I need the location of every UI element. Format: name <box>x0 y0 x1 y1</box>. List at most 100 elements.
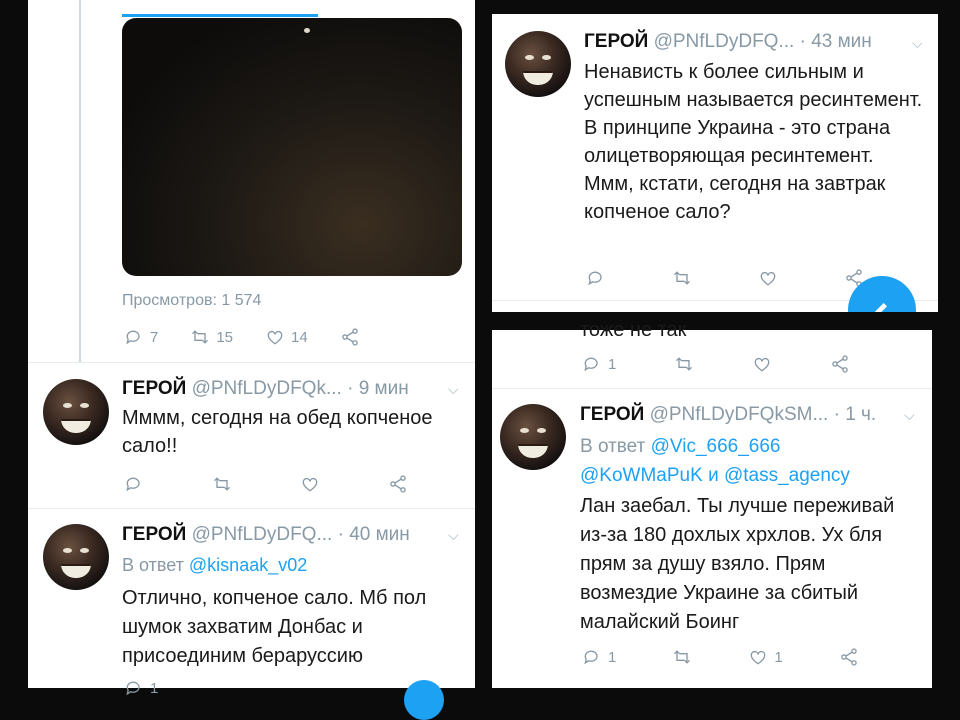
like-button[interactable]: 1 <box>748 647 783 667</box>
divider <box>492 388 932 389</box>
like-button[interactable] <box>752 354 772 374</box>
reply-button[interactable]: 1 <box>582 354 616 374</box>
video-tweet-actions: 7 15 14 <box>124 327 360 347</box>
retweet-icon <box>676 357 693 371</box>
meta-dot: · <box>833 404 840 425</box>
avatar-eye <box>63 403 72 408</box>
like-icon <box>751 650 766 665</box>
compose-button[interactable] <box>404 680 444 720</box>
reply-mention[interactable]: @tass_agency <box>724 465 850 486</box>
reply-mention[interactable]: @kisnaak_v02 <box>189 555 307 575</box>
retweet-icon <box>674 650 691 664</box>
tweet-time[interactable]: 1 ч. <box>845 404 876 425</box>
thread-line <box>79 0 81 362</box>
chevron-down-icon[interactable]: ⌵ <box>904 407 915 424</box>
like-icon <box>267 330 283 345</box>
like-button[interactable]: 14 <box>265 327 308 347</box>
tweet-actions <box>586 268 864 288</box>
chevron-down-icon[interactable]: ⌵ <box>448 381 459 398</box>
chevron-down-icon[interactable]: ⌵ <box>448 527 459 544</box>
avatar-eye <box>80 403 89 408</box>
reply-mention[interactable]: @Vic_666_666 <box>651 436 781 457</box>
compose-icon <box>875 303 887 312</box>
like-button[interactable] <box>758 268 778 288</box>
share-icon <box>390 475 406 493</box>
chevron-down-icon[interactable]: ⌵ <box>912 35 923 52</box>
retweet-button[interactable] <box>212 474 232 494</box>
video-views: Просмотров: 1 574 <box>122 292 262 309</box>
avatar[interactable] <box>505 31 571 97</box>
reply-prefix: В ответ <box>122 555 184 575</box>
divider <box>28 508 475 509</box>
author-name[interactable]: ГЕРОЙ <box>584 31 648 52</box>
tweet-header: ГЕРОЙ @PNfLDyDFQ... · 43 мин <box>584 31 872 53</box>
avatar-eye <box>525 55 534 60</box>
tweet-time[interactable]: 43 мин <box>811 31 872 52</box>
avatar[interactable] <box>43 524 109 590</box>
retweet-icon <box>674 271 690 285</box>
like-button[interactable] <box>300 474 320 494</box>
share-button[interactable] <box>388 474 408 494</box>
reply-mention[interactable]: @KoWMaPuK <box>580 465 703 486</box>
author-handle[interactable]: @PNfLDyDFQkSM... <box>650 404 829 425</box>
avatar-mouth <box>61 419 91 433</box>
divider <box>28 362 475 363</box>
share-button[interactable] <box>839 647 859 667</box>
reply-button[interactable] <box>586 268 606 288</box>
share-icon <box>341 328 358 346</box>
tweet-header: ГЕРОЙ @PNfLDyDFQkSM... · 1 ч. <box>580 404 876 426</box>
author-name[interactable]: ГЕРОЙ <box>122 378 186 399</box>
author-name[interactable]: ГЕРОЙ <box>580 404 644 425</box>
reply-icon <box>584 650 598 665</box>
like-icon <box>760 271 776 286</box>
avatar[interactable] <box>43 379 109 445</box>
tweet-time[interactable]: 9 мин <box>359 378 409 399</box>
reply-button[interactable] <box>124 474 144 494</box>
like-count: 14 <box>291 328 308 346</box>
tweet-text: Мммм, сегодня на обед копченое сало!! <box>122 407 433 457</box>
tweet-time[interactable]: 40 мин <box>349 524 410 545</box>
tweet-text: Ненависть к более сильным и успешным наз… <box>584 61 923 223</box>
like-icon <box>302 477 318 492</box>
reply-count: 7 <box>150 328 159 346</box>
tweet-header: ГЕРОЙ @PNfLDyDFQ... · 40 мин <box>122 524 410 546</box>
reply-icon[interactable] <box>124 678 144 698</box>
author-name[interactable]: ГЕРОЙ <box>122 524 186 545</box>
reply-context: В ответ @kisnaak_v02 <box>122 551 307 579</box>
retweet-icon <box>214 477 230 491</box>
author-handle[interactable]: @PNfLDyDFQ... <box>654 31 795 52</box>
author-handle[interactable]: @PNfLDyDFQ... <box>192 524 333 545</box>
retweet-count: 15 <box>216 328 234 346</box>
avatar-eye <box>63 548 72 553</box>
share-button[interactable] <box>830 354 850 374</box>
retweet-button[interactable] <box>672 647 692 667</box>
share-icon <box>832 355 849 373</box>
avatar-eye <box>80 548 89 553</box>
reply-count: 1 <box>608 648 617 666</box>
avatar-mouth <box>518 444 548 458</box>
retweet-button[interactable] <box>674 354 694 374</box>
video-progress-bar <box>122 14 318 17</box>
reply-icon <box>588 271 602 286</box>
meta-dot: · <box>337 524 344 545</box>
like-count: 1 <box>774 648 783 666</box>
reply-button[interactable]: 7 <box>124 327 158 347</box>
reply-context: В ответ @Vic_666_666 @KoWMaPuK и @tass_a… <box>580 432 920 490</box>
reply-button[interactable]: 1 <box>582 647 616 667</box>
tweet-actions: 1 <box>582 354 850 374</box>
avatar[interactable] <box>500 404 566 470</box>
reply-and: и <box>708 465 719 486</box>
video-light-spot <box>304 28 310 33</box>
share-button[interactable] <box>340 327 360 347</box>
meta-dot: · <box>347 378 354 399</box>
reply-icon <box>584 357 598 372</box>
retweet-button[interactable]: 15 <box>190 327 233 347</box>
video-player[interactable] <box>122 18 462 276</box>
author-handle[interactable]: @PNfLDyDFQk... <box>192 378 342 399</box>
share-icon <box>840 648 857 666</box>
reply-icon <box>126 477 140 492</box>
retweet-icon <box>192 330 209 344</box>
tweet-text: Отлично, копченое сало. Мб пол шумок зах… <box>122 587 427 667</box>
retweet-button[interactable] <box>672 268 692 288</box>
tweet-actions <box>124 474 408 494</box>
